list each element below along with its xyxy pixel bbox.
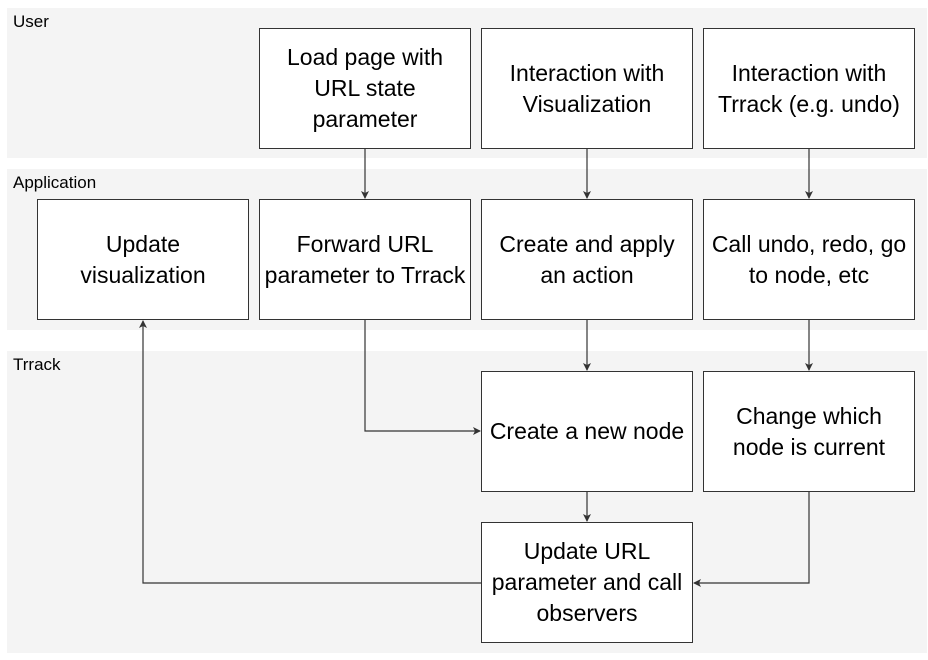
- node-call-undo: Call undo, redo, go to node, etc: [703, 199, 915, 320]
- node-load-page: Load page with URL state parameter: [259, 28, 471, 149]
- node-change-current: Change which node is current: [703, 371, 915, 492]
- node-update-visualization: Update visualization: [37, 199, 249, 320]
- node-create-node: Create a new node: [481, 371, 693, 492]
- edge-change-to-update-url: [693, 492, 810, 587]
- node-update-url: Update URL parameter and call observers: [481, 522, 693, 643]
- node-forward-url: Forward URL parameter to Trrack: [259, 199, 471, 320]
- edge-update-url-to-vis: [139, 320, 481, 584]
- node-interaction-visualization: Interaction with Visualization: [481, 28, 693, 149]
- node-create-action: Create and apply an action: [481, 199, 693, 320]
- edge-forward-to-node: [364, 320, 481, 435]
- node-interaction-trrack: Interaction with Trrack (e.g. undo): [703, 28, 915, 149]
